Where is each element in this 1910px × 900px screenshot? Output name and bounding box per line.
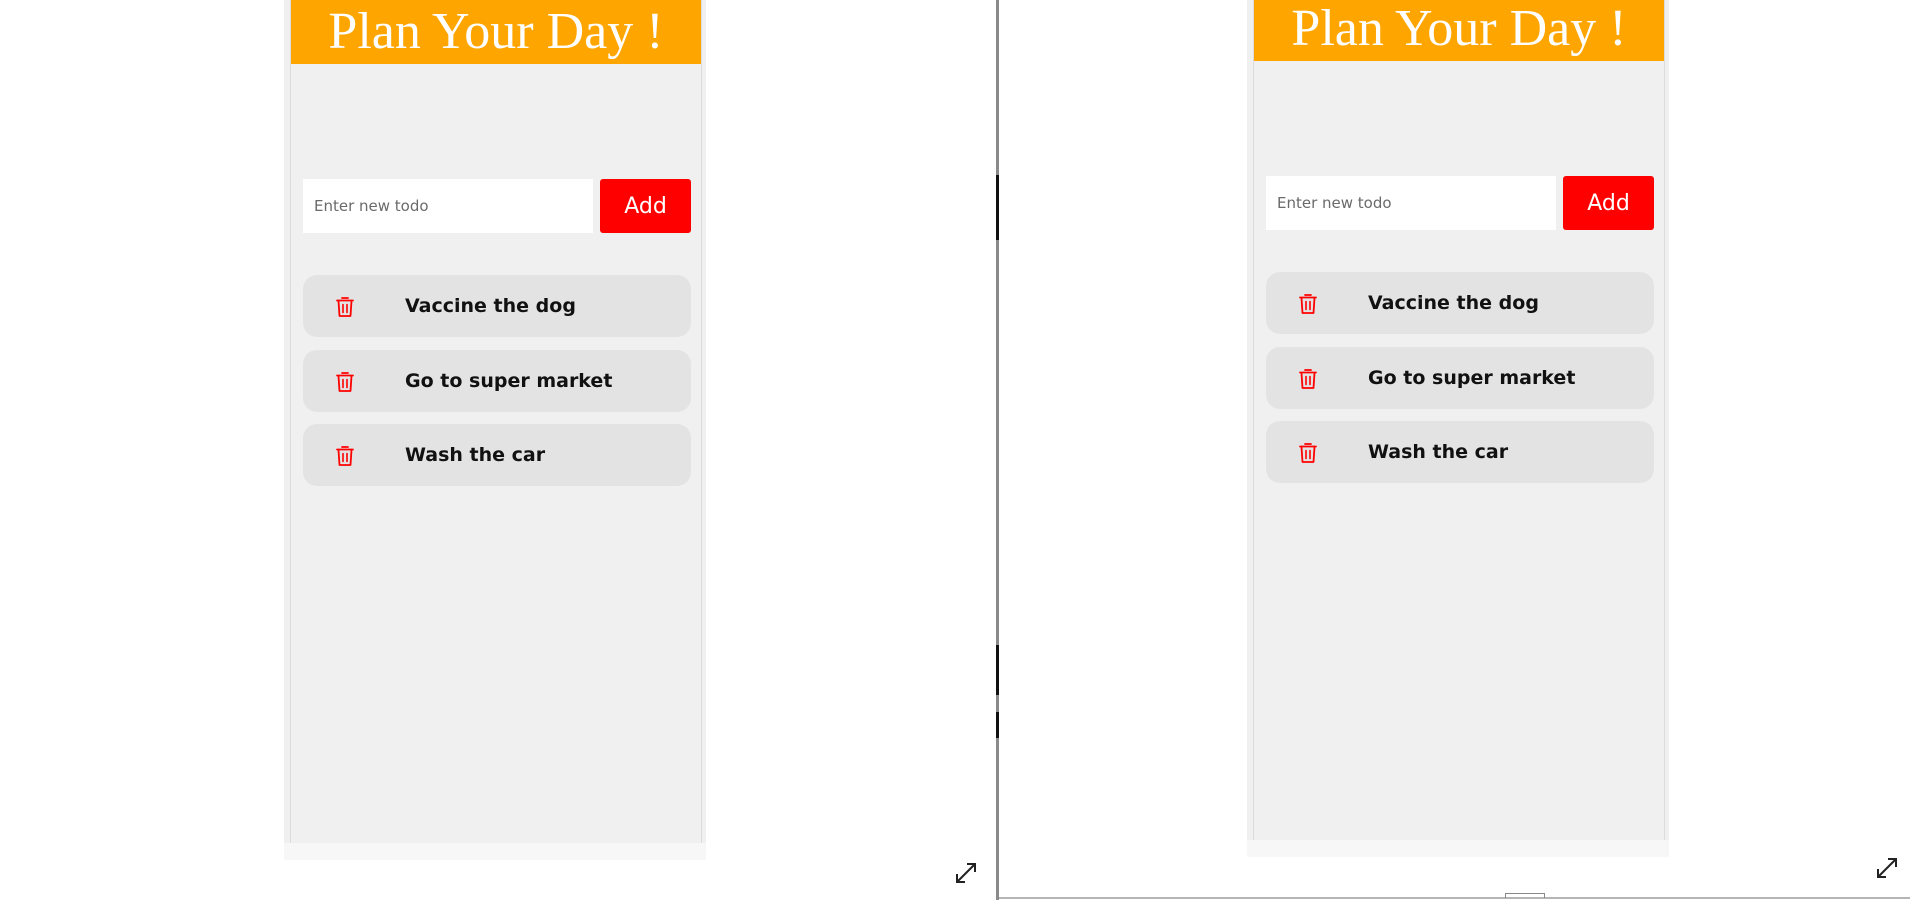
resize-handle[interactable]	[1505, 893, 1545, 898]
trash-icon[interactable]	[1298, 368, 1318, 390]
todo-label: Go to super market	[405, 370, 613, 392]
todo-label: Vaccine the dog	[1368, 292, 1539, 314]
todo-item: Wash the car	[1266, 421, 1654, 483]
todo-label: Vaccine the dog	[405, 295, 576, 317]
left-app-preview: Plan Your Day ! Add Vaccine the dog Go t…	[284, 0, 706, 860]
app-title: Plan Your Day !	[291, 0, 701, 64]
todo-item: Wash the car	[303, 424, 691, 486]
expand-icon[interactable]	[1874, 855, 1900, 881]
todo-label: Go to super market	[1368, 367, 1576, 389]
screenshot-stage: Plan Your Day ! Add Vaccine the dog Go t…	[0, 0, 1910, 900]
add-button[interactable]: Add	[600, 179, 691, 233]
expand-icon[interactable]	[953, 860, 979, 886]
right-pane-bottom-border	[999, 897, 1910, 899]
divider-mark	[996, 175, 999, 240]
todo-label: Wash the car	[405, 444, 546, 466]
todo-item: Vaccine the dog	[303, 275, 691, 337]
pane-divider[interactable]	[996, 0, 999, 900]
todo-input[interactable]	[303, 179, 593, 233]
divider-mark	[996, 645, 999, 695]
app-body	[290, 0, 702, 843]
app-title: Plan Your Day !	[1254, 0, 1664, 61]
todo-item: Go to super market	[1266, 347, 1654, 409]
todo-input[interactable]	[1266, 176, 1556, 230]
divider-mark	[996, 712, 999, 738]
trash-icon[interactable]	[335, 445, 355, 467]
todo-item: Go to super market	[303, 350, 691, 412]
app-body	[1253, 0, 1665, 840]
trash-icon[interactable]	[1298, 293, 1318, 315]
app-footer-strip	[1247, 840, 1669, 857]
right-app-preview: Plan Your Day ! Add Vaccine the dog Go t…	[1247, 0, 1669, 857]
todo-item: Vaccine the dog	[1266, 272, 1654, 334]
trash-icon[interactable]	[335, 296, 355, 318]
trash-icon[interactable]	[1298, 442, 1318, 464]
trash-icon[interactable]	[335, 371, 355, 393]
todo-label: Wash the car	[1368, 441, 1509, 463]
add-button[interactable]: Add	[1563, 176, 1654, 230]
app-footer-strip	[284, 843, 706, 860]
